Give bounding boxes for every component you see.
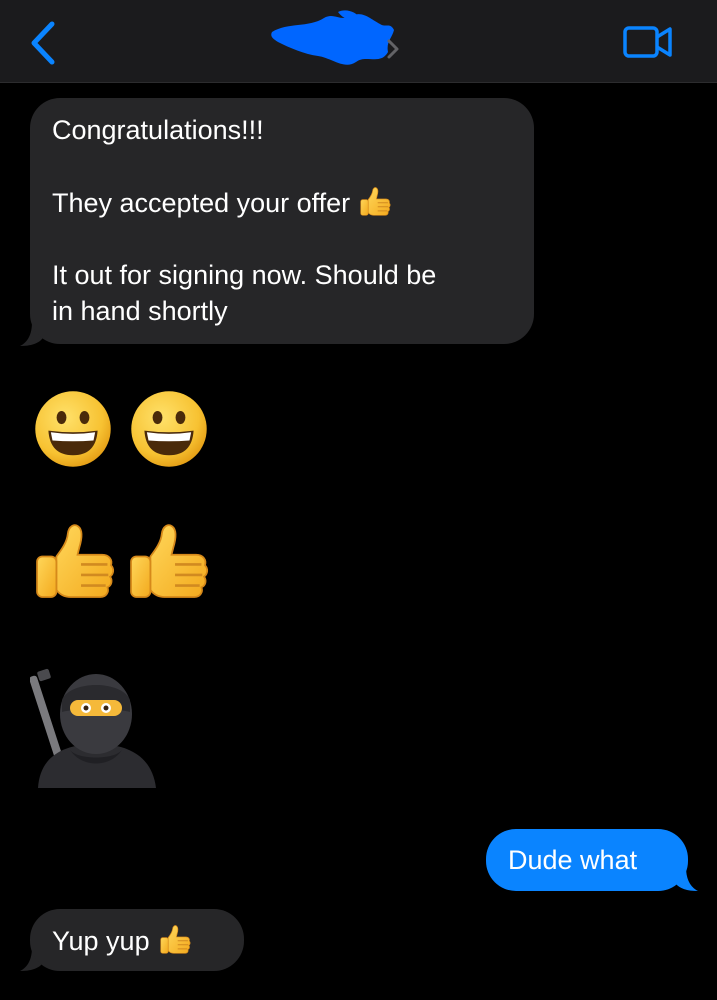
grinning-face-emoji[interactable] xyxy=(32,388,114,470)
back-button[interactable] xyxy=(26,20,60,66)
grinning-face-emoji[interactable] xyxy=(128,388,210,470)
navigation-bar xyxy=(0,0,717,83)
video-camera-icon xyxy=(623,26,672,58)
incoming-message-bubble[interactable]: Yup yup xyxy=(30,909,244,971)
message-text-row: They accepted your offer xyxy=(52,184,512,221)
message-text-row: Yup yup xyxy=(52,922,222,959)
message-text: Dude what xyxy=(508,845,638,875)
chevron-left-icon xyxy=(31,21,55,65)
message-text: They accepted your offer xyxy=(52,188,351,218)
outgoing-message-bubble[interactable]: Dude what xyxy=(486,829,688,891)
thumbs-up-emoji xyxy=(158,922,192,956)
ninja-emoji[interactable] xyxy=(30,660,162,788)
chevron-right-icon xyxy=(387,39,399,59)
thumbs-up-emoji[interactable] xyxy=(124,515,212,605)
message-text: Yup yup xyxy=(52,926,150,956)
incoming-message-bubble[interactable]: Congratulations!!! They accepted your of… xyxy=(30,98,534,344)
thumbs-up-emoji xyxy=(358,184,392,218)
message-text: Congratulations!!! xyxy=(52,115,264,145)
contact-header[interactable] xyxy=(268,8,418,70)
thumbs-up-emoji[interactable] xyxy=(30,515,118,605)
video-call-button[interactable] xyxy=(622,24,674,60)
message-text: in hand shortly xyxy=(52,296,228,326)
message-text: It out for signing now. Should be xyxy=(52,260,437,290)
